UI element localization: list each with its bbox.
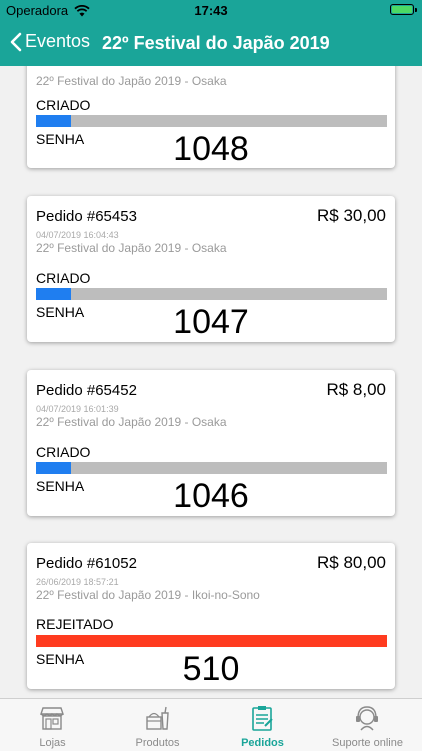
- status-progress-bar: [36, 635, 387, 647]
- order-number: Pedido #65452: [36, 382, 137, 399]
- senha-number: 1046: [173, 477, 249, 515]
- orders-icon: [252, 706, 273, 731]
- order-status: CRIADO: [36, 270, 91, 286]
- tab-bar: Lojas Produtos Pedidos Suporte online: [0, 698, 422, 751]
- tab-label: Lojas: [39, 737, 66, 749]
- senha-number: 510: [182, 650, 240, 688]
- event-name: 22º Festival do Japão 2019 - Osaka: [36, 74, 227, 88]
- order-price: R$ 80,00: [317, 553, 386, 572]
- order-date: 26/06/2019 18:57:21: [36, 577, 119, 587]
- order-status: CRIADO: [36, 444, 91, 460]
- event-name: 22º Festival do Japão 2019 - Osaka: [36, 415, 227, 429]
- back-label: Eventos: [25, 31, 91, 51]
- order-price: R$ 8,00: [326, 380, 386, 399]
- battery-icon: [390, 4, 417, 15]
- tab-suporte-online[interactable]: Suporte online: [315, 699, 420, 751]
- status-right: [390, 4, 417, 15]
- tab-label: Suporte online: [332, 737, 403, 749]
- status-bar: Operadora 17:43: [0, 0, 422, 22]
- clock: 17:43: [194, 3, 228, 18]
- senha-number: 1048: [173, 130, 249, 168]
- senha-number: 1047: [173, 303, 249, 341]
- order-status: CRIADO: [36, 97, 91, 113]
- order-card[interactable]: 22º Festival do Japão 2019 - Osaka CRIAD…: [27, 66, 395, 168]
- status-progress-bar: [36, 288, 387, 300]
- event-name: 22º Festival do Japão 2019 - Ikoi-no-Son…: [36, 588, 260, 602]
- order-number: Pedido #61052: [36, 555, 137, 572]
- order-status: REJEITADO: [36, 616, 114, 632]
- tab-label: Pedidos: [241, 737, 284, 749]
- order-date: 04/07/2019 16:04:43: [36, 230, 119, 240]
- products-icon: [146, 706, 169, 730]
- orders-list[interactable]: 22º Festival do Japão 2019 - Osaka CRIAD…: [0, 66, 422, 698]
- order-card[interactable]: Pedido #65452 R$ 8,00 04/07/2019 16:01:3…: [27, 370, 395, 516]
- status-progress-bar: [36, 115, 387, 127]
- navigation-bar: Eventos 22º Festival do Japão 2019: [0, 22, 422, 66]
- order-number: Pedido #65453: [36, 208, 137, 225]
- order-card[interactable]: Pedido #61052 R$ 80,00 26/06/2019 18:57:…: [27, 543, 395, 689]
- order-card[interactable]: Pedido #65453 R$ 30,00 04/07/2019 16:04:…: [27, 196, 395, 342]
- tab-lojas[interactable]: Lojas: [0, 699, 105, 751]
- order-date: 04/07/2019 16:01:39: [36, 404, 119, 414]
- back-button[interactable]: Eventos: [10, 31, 90, 52]
- chevron-left-icon: [10, 32, 22, 51]
- tab-produtos[interactable]: Produtos: [105, 699, 210, 751]
- order-price: R$ 30,00: [317, 206, 386, 225]
- tab-pedidos[interactable]: Pedidos: [210, 699, 315, 751]
- tab-label: Produtos: [135, 737, 180, 749]
- store-icon: [40, 707, 64, 730]
- status-progress-bar: [36, 462, 387, 474]
- event-name: 22º Festival do Japão 2019 - Osaka: [36, 241, 227, 255]
- page-title: 22º Festival do Japão 2019: [102, 33, 330, 53]
- support-icon: [356, 706, 378, 731]
